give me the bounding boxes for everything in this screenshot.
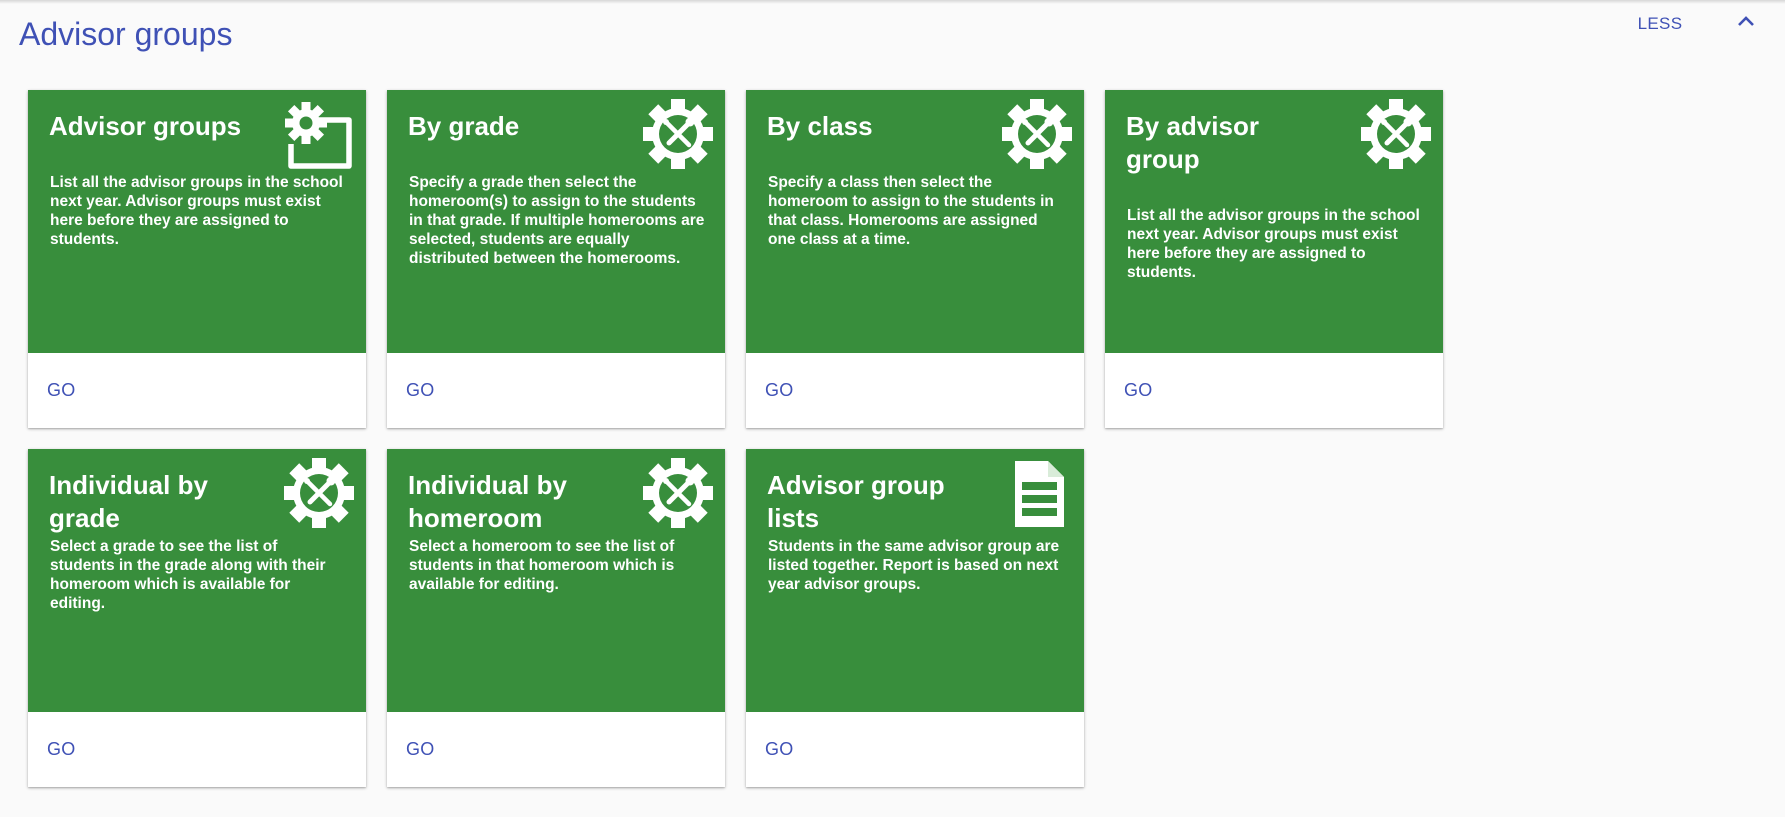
card-description: Specify a class then select the homeroom… — [768, 174, 1054, 248]
gear-folder-icon — [283, 98, 355, 170]
card-title: By grade — [408, 111, 520, 141]
card-actions: GO — [28, 353, 366, 428]
go-button[interactable]: GO — [765, 735, 794, 764]
tools-gear-icon — [1360, 98, 1432, 170]
document-icon — [1001, 457, 1073, 529]
card-actions: GO — [387, 712, 725, 787]
card-title: By advisor group — [1126, 111, 1259, 174]
card-description: Students in the same advisor group are l… — [768, 538, 1060, 593]
card-advisor-group-lists: Advisor group lists Students in the same… — [746, 449, 1084, 787]
card-title: Advisor group lists — [767, 470, 945, 533]
card-description: List all the advisor groups in the schoo… — [1127, 207, 1420, 281]
card-title: Advisor groups — [49, 111, 242, 141]
top-divider — [0, 0, 1785, 4]
chevron-up-icon — [1736, 14, 1756, 31]
less-button[interactable]: LESS — [1598, 6, 1722, 42]
card-title: Individual by homeroom — [408, 470, 567, 533]
card-actions: GO — [28, 712, 366, 787]
card-actions: GO — [746, 712, 1084, 787]
card-individual-by-homeroom: Individual by homeroom Select a homeroom… — [387, 449, 725, 787]
card-description: List all the advisor groups in the schoo… — [50, 174, 343, 248]
tools-gear-icon — [1001, 98, 1073, 170]
card-by-class: By class Specify a class then select the… — [746, 90, 1084, 428]
card-title: Individual by grade — [49, 470, 208, 533]
go-button[interactable]: GO — [406, 735, 435, 764]
card-individual-by-grade: Individual by grade Select a grade to se… — [28, 449, 366, 787]
collapse-button[interactable] — [1726, 4, 1766, 40]
card-grid: Advisor groups List all the advisor grou… — [28, 90, 1443, 787]
go-button[interactable]: GO — [765, 376, 794, 405]
go-button[interactable]: GO — [406, 376, 435, 405]
card-description: Select a homeroom to see the list of stu… — [409, 538, 675, 593]
card-description: Specify a grade then select the homeroom… — [409, 174, 705, 267]
section-title: Advisor groups — [19, 16, 233, 52]
go-button[interactable]: GO — [47, 735, 76, 764]
card-title: By class — [767, 111, 873, 141]
card-header: Advisor group lists Students in the same… — [746, 449, 1084, 712]
card-description: Select a grade to see the list of studen… — [50, 538, 326, 612]
card-actions: GO — [1105, 353, 1443, 428]
card-actions: GO — [387, 353, 725, 428]
go-button[interactable]: GO — [1124, 376, 1153, 405]
tools-gear-icon — [283, 457, 355, 529]
card-advisor-groups: Advisor groups List all the advisor grou… — [28, 90, 366, 428]
card-header: Individual by grade Select a grade to se… — [28, 449, 366, 712]
card-header: By class Specify a class then select the… — [746, 90, 1084, 353]
go-button[interactable]: GO — [47, 376, 76, 405]
card-by-advisor-group: By advisor group List all the advisor gr… — [1105, 90, 1443, 428]
card-by-grade: By grade Specify a grade then select the… — [387, 90, 725, 428]
tools-gear-icon — [642, 457, 714, 529]
card-header: Individual by homeroom Select a homeroom… — [387, 449, 725, 712]
tools-gear-icon — [642, 98, 714, 170]
card-actions: GO — [746, 353, 1084, 428]
card-header: By advisor group List all the advisor gr… — [1105, 90, 1443, 353]
card-header: Advisor groups List all the advisor grou… — [28, 90, 366, 353]
card-header: By grade Specify a grade then select the… — [387, 90, 725, 353]
